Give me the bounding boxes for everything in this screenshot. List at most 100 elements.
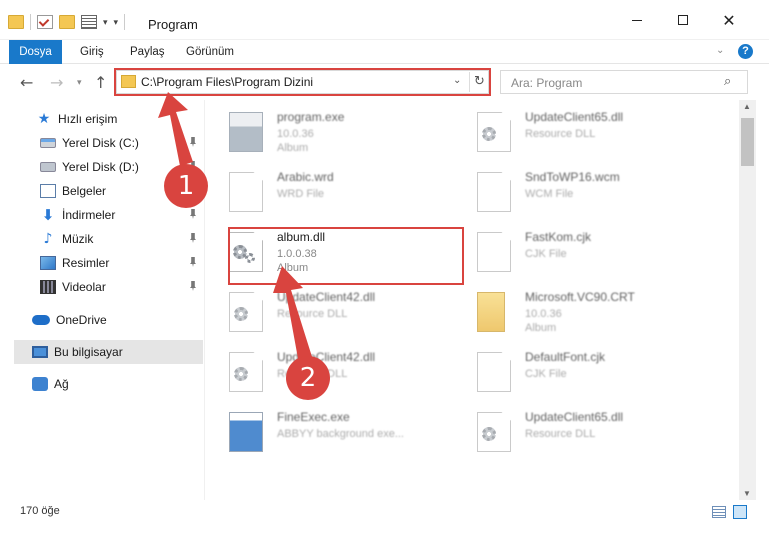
navigation-pane: ★ Hızlı erişim Yerel Disk (C:) Yerel Dis…	[0, 100, 205, 500]
pictures-icon	[40, 256, 56, 270]
file-name: SndToWP16.wcm	[525, 170, 620, 184]
list-item[interactable]: Microsoft.VC90.CRT 10.0.36 Album	[455, 286, 705, 344]
tab-view[interactable]: Görünüm	[186, 40, 234, 64]
file-type: WCM File	[525, 188, 574, 200]
file-description: Album	[277, 262, 309, 274]
download-icon: ⬇	[41, 206, 55, 224]
vertical-scrollbar[interactable]: ▲ ▼	[739, 100, 756, 500]
dll-gear-icon	[229, 352, 263, 392]
pin-icon[interactable]	[190, 209, 196, 219]
exe-blue-icon	[229, 412, 263, 452]
new-folder-icon[interactable]	[59, 15, 75, 29]
close-icon: ✕	[722, 10, 736, 30]
tab-home[interactable]: Giriş	[80, 40, 104, 64]
search-box[interactable]: Ara: Program ⌕	[500, 70, 748, 94]
file-name: UpdateClient65.dll	[525, 110, 624, 124]
navigation-bar: ← → ▾ ↑ C:\Program Files\Program Dizini …	[0, 64, 769, 100]
list-item[interactable]: DefaultFont.cjk CJK File	[455, 346, 705, 404]
sidebar-item-music[interactable]: ♪ Müzik	[0, 227, 203, 251]
pin-icon[interactable]	[190, 137, 196, 147]
sidebar-item-quick-access[interactable]: ★ Hızlı erişim	[0, 107, 203, 131]
list-item[interactable]: FastKom.cjk CJK File	[455, 226, 705, 284]
chevron-down-icon[interactable]: ⌄	[453, 75, 461, 86]
properties-check-icon[interactable]	[37, 15, 53, 29]
dll-gear-icon	[229, 232, 263, 272]
file-type: CJK File	[525, 368, 567, 380]
pin-icon[interactable]	[190, 233, 196, 243]
sidebar-item-downloads[interactable]: ⬇ İndirmeler	[0, 203, 203, 227]
item-count: 170 öğe	[20, 505, 60, 517]
up-arrow-icon[interactable]: ↑	[94, 73, 107, 92]
file-name: FastKom.cjk	[525, 230, 592, 244]
exe-icon	[229, 112, 263, 152]
file-icon	[477, 172, 511, 212]
file-description: Album	[277, 142, 309, 154]
sidebar-item-this-pc[interactable]: Bu bilgisayar	[14, 340, 203, 364]
list-item[interactable]: UpdateClient65.dll Resource DLL	[455, 106, 705, 164]
list-item[interactable]: Arabic.wrd WRD File	[207, 166, 457, 224]
drive-icon	[40, 162, 56, 172]
network-icon	[32, 377, 48, 391]
sidebar-item-videos[interactable]: Videolar	[0, 275, 203, 299]
file-name: program.exe	[277, 110, 345, 124]
pin-icon[interactable]	[190, 257, 196, 267]
list-item[interactable]: UpdateClient65.dll Resource DLL	[455, 406, 705, 464]
address-bar[interactable]: C:\Program Files\Program Dizini ⌄ ↻	[116, 70, 489, 94]
close-button[interactable]: ✕	[706, 0, 752, 40]
file-name: UpdateClient42.dll	[277, 290, 376, 304]
sidebar-item-pictures[interactable]: Resimler	[0, 251, 203, 275]
folder-icon	[477, 292, 505, 332]
video-icon	[40, 280, 56, 294]
scroll-up-icon[interactable]: ▲	[743, 102, 751, 111]
sidebar-item-label: Bu bilgisayar	[54, 345, 123, 359]
list-item[interactable]: UpdateClient42.dll Resource DLL	[207, 286, 457, 344]
file-name: Microsoft.VC90.CRT	[525, 290, 635, 304]
list-item[interactable]: FineExec.exe ABBYY background exe...	[207, 406, 457, 464]
back-arrow-icon[interactable]: ←	[20, 73, 33, 92]
file-name: album.dll	[277, 230, 326, 244]
list-item[interactable]: SndToWP16.wcm WCM File	[455, 166, 705, 224]
chevron-down-icon[interactable]: ▾	[103, 17, 108, 28]
scroll-thumb[interactable]	[741, 118, 754, 166]
file-type: WRD File	[277, 188, 325, 200]
details-view-icon[interactable]	[712, 506, 726, 518]
file-type: CJK File	[525, 248, 567, 260]
file-icon	[229, 172, 263, 212]
tab-share[interactable]: Paylaş	[130, 40, 165, 64]
maximize-icon	[678, 15, 688, 25]
refresh-icon[interactable]: ↻	[469, 72, 489, 92]
help-icon[interactable]: ?	[738, 44, 753, 59]
sidebar-item-network[interactable]: Ağ	[0, 372, 203, 396]
sidebar-item-onedrive[interactable]: OneDrive	[0, 308, 203, 332]
gear-icon	[245, 253, 255, 263]
list-item[interactable]: program.exe 10.0.36 Album	[207, 106, 457, 164]
list-item-album-dll[interactable]: album.dll 1.0.0.38 Album	[207, 226, 457, 284]
sidebar-item-label: Hızlı erişim	[58, 112, 118, 126]
address-path[interactable]: C:\Program Files\Program Dizini	[141, 75, 313, 89]
music-icon: ♪	[43, 231, 53, 247]
step-badge-1: 1	[164, 164, 208, 208]
minimize-button[interactable]	[614, 0, 660, 40]
expand-ribbon-icon[interactable]: ⌄	[716, 45, 724, 56]
file-type: Resource DLL	[525, 428, 596, 440]
search-icon[interactable]: ⌕	[724, 74, 731, 89]
properties-icon[interactable]	[81, 15, 97, 29]
maximize-button[interactable]	[660, 0, 706, 40]
dll-gear-icon	[229, 292, 263, 332]
tab-file[interactable]: Dosya	[9, 40, 62, 64]
sidebar-item-local-disk-c[interactable]: Yerel Disk (C:)	[0, 131, 203, 155]
step-badge-2: 2	[286, 356, 330, 400]
search-input[interactable]: Ara: Program	[511, 76, 582, 90]
sidebar-item-label: Belgeler	[62, 184, 107, 198]
list-item[interactable]: UpdateClient42.dll Resource DLL	[207, 346, 457, 404]
star-icon: ★	[37, 111, 51, 127]
folder-icon[interactable]	[8, 15, 24, 29]
pin-icon[interactable]	[190, 281, 196, 291]
scroll-down-icon[interactable]: ▼	[743, 489, 751, 498]
file-type: ABBYY background exe...	[277, 428, 404, 440]
customize-toolbar-icon[interactable]: ▾	[114, 17, 119, 28]
forward-arrow-icon[interactable]: →	[50, 73, 63, 92]
tiles-view-icon[interactable]	[733, 505, 747, 519]
recent-locations-icon[interactable]: ▾	[77, 78, 82, 88]
file-icon	[477, 232, 511, 272]
